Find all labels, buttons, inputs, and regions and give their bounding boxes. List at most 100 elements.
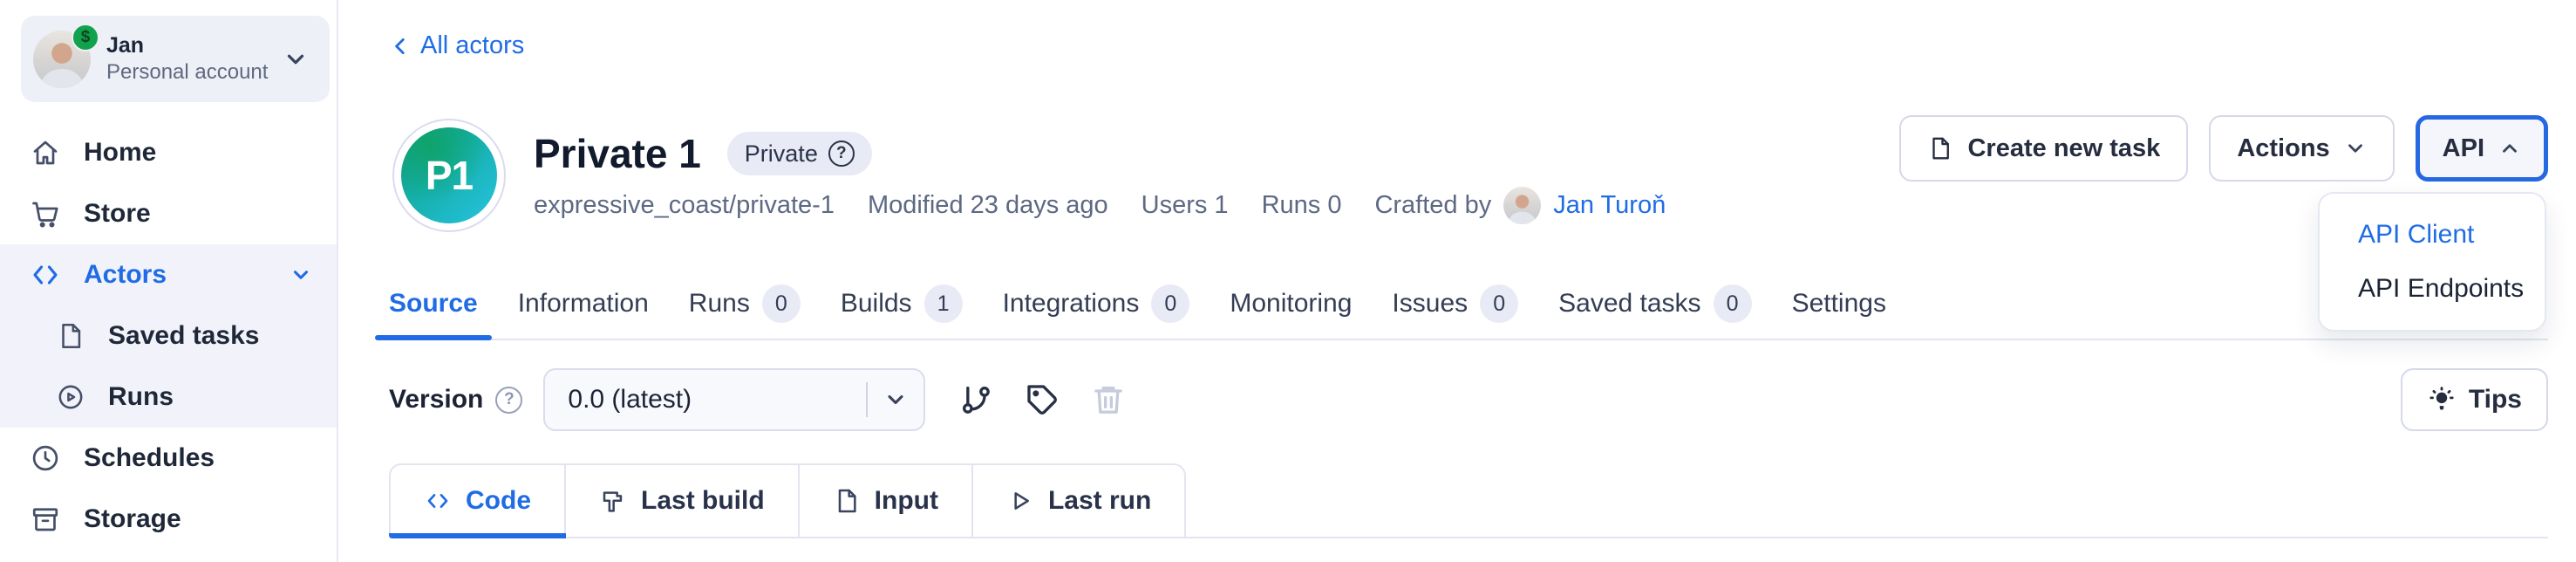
version-select[interactable]: 0.0 (latest) (543, 368, 925, 431)
version-toolbar: Version ? 0.0 (latest) (389, 367, 2548, 433)
home-icon (30, 137, 61, 168)
account-type: Personal account (106, 59, 268, 86)
sidebar-item-storage[interactable]: Storage (0, 489, 337, 550)
chevron-down-icon (868, 387, 923, 412)
visibility-badge: Private ? (727, 132, 872, 175)
sidebar-item-store[interactable]: Store (0, 183, 337, 244)
chevron-down-icon (283, 46, 309, 72)
sidebar-nav: Home Store Actors (0, 122, 337, 550)
chevron-left-icon (389, 35, 412, 58)
tab-integrations[interactable]: Integrations0 (1003, 284, 1190, 339)
menu-item-api-client[interactable]: API Client (2320, 208, 2545, 262)
runs-count: Runs 0 (1262, 191, 1342, 220)
lightbulb-icon (2427, 385, 2457, 415)
tips-label: Tips (2469, 385, 2522, 415)
account-texts: Jan Personal account (106, 32, 268, 86)
apify-console-page: $ Jan Personal account Home (0, 0, 2576, 562)
source-subtabs-wrap: Code Last build Input (389, 463, 2548, 538)
actions-button[interactable]: Actions (2209, 115, 2394, 182)
version-selected-value: 0.0 (latest) (568, 385, 692, 415)
menu-item-api-endpoints[interactable]: API Endpoints (2320, 262, 2545, 316)
subtab-last-run[interactable]: Last run (973, 463, 1186, 538)
clock-icon (30, 442, 61, 474)
crafted-by-label: Crafted by (1374, 191, 1491, 220)
visibility-badge-label: Private (745, 140, 818, 168)
document-icon (56, 321, 85, 351)
sidebar-item-saved-tasks[interactable]: Saved tasks (0, 305, 337, 367)
api-button[interactable]: API (2416, 115, 2548, 182)
tab-builds[interactable]: Builds1 (841, 284, 963, 339)
crafted-by: Crafted by Jan Turoň (1374, 187, 1666, 224)
header-actions: Create new task Actions API (1899, 115, 2548, 182)
count-badge: 0 (1151, 284, 1189, 323)
api-label: API (2443, 134, 2484, 163)
git-branch-icon[interactable] (958, 382, 993, 417)
sidebar-item-label: Store (84, 199, 151, 229)
modified-label: Modified 23 days ago (868, 191, 1108, 220)
code-brackets-icon (424, 487, 452, 515)
back-to-all-actors-link[interactable]: All actors (389, 31, 524, 60)
play-circle-icon (56, 382, 85, 412)
author-link[interactable]: Jan Turoň (1553, 191, 1666, 220)
subtab-input[interactable]: Input (800, 463, 973, 538)
document-icon (1927, 135, 1953, 161)
tag-icon[interactable] (1025, 382, 1060, 417)
create-new-task-label: Create new task (1967, 134, 2160, 163)
api-dropdown-menu: API Client API Endpoints (2318, 192, 2546, 332)
sidebar-item-runs[interactable]: Runs (0, 367, 337, 428)
count-badge: 0 (762, 284, 801, 323)
actions-label: Actions (2237, 134, 2329, 163)
sidebar-item-label: Actors (84, 260, 167, 290)
count-badge: 0 (1480, 284, 1518, 323)
source-subtabs: Code Last build Input (389, 463, 1186, 538)
dollar-symbol: $ (81, 28, 91, 47)
tab-source[interactable]: Source (389, 284, 478, 339)
help-circle-icon[interactable]: ? (828, 140, 855, 167)
main-content: All actors P1 Private 1 Private ? expres… (338, 0, 2576, 562)
tips-button[interactable]: Tips (2401, 368, 2548, 431)
sidebar-item-label: Home (84, 138, 156, 168)
actor-meta-row: expressive_coast/private-1 Modified 23 d… (534, 185, 1666, 225)
tab-runs[interactable]: Runs0 (689, 284, 801, 339)
play-icon (1006, 487, 1034, 515)
actor-tabs: Source Information Runs0 Builds1 Integra… (389, 284, 2548, 340)
page-title: Private 1 (534, 129, 701, 178)
tab-information[interactable]: Information (518, 284, 649, 339)
hammer-build-icon (599, 487, 627, 515)
document-icon (833, 487, 861, 515)
help-circle-icon[interactable]: ? (495, 387, 522, 414)
code-brackets-icon (30, 259, 61, 291)
sidebar-item-actors[interactable]: Actors (0, 244, 337, 305)
subtab-last-build[interactable]: Last build (566, 463, 800, 538)
author-avatar (1503, 187, 1541, 224)
sidebar-item-label: Saved tasks (108, 321, 259, 351)
actor-avatar: P1 (392, 119, 506, 232)
account-avatar: $ (33, 31, 91, 88)
store-cart-icon (30, 198, 61, 230)
sidebar-item-schedules[interactable]: Schedules (0, 428, 337, 489)
sidebar-item-label: Schedules (84, 443, 215, 473)
chevron-up-icon (2498, 137, 2521, 160)
actor-title-row: Private 1 Private ? (534, 129, 872, 178)
trash-icon (1091, 382, 1126, 417)
sidebar-item-label: Storage (84, 504, 181, 534)
actor-avatar-initials: P1 (401, 127, 497, 223)
count-badge: 0 (1714, 284, 1752, 323)
account-name: Jan (106, 32, 268, 59)
tab-issues[interactable]: Issues0 (1392, 284, 1518, 339)
sidebar-item-home[interactable]: Home (0, 122, 337, 183)
chevron-down-icon (290, 264, 312, 286)
tab-saved-tasks[interactable]: Saved tasks0 (1558, 284, 1751, 339)
tab-settings[interactable]: Settings (1792, 284, 1886, 339)
account-switcher[interactable]: $ Jan Personal account (21, 16, 330, 102)
billing-dollar-badge-icon: $ (72, 24, 99, 51)
actor-path: expressive_coast/private-1 (534, 191, 835, 220)
count-badge: 1 (924, 284, 963, 323)
create-new-task-button[interactable]: Create new task (1899, 115, 2188, 182)
subtab-code[interactable]: Code (389, 463, 566, 538)
users-count: Users 1 (1141, 191, 1229, 220)
actors-nav-group: Actors Saved tasks Runs (0, 244, 337, 428)
sidebar: $ Jan Personal account Home (0, 0, 338, 562)
tab-monitoring[interactable]: Monitoring (1230, 284, 1352, 339)
storage-box-icon (30, 504, 61, 535)
